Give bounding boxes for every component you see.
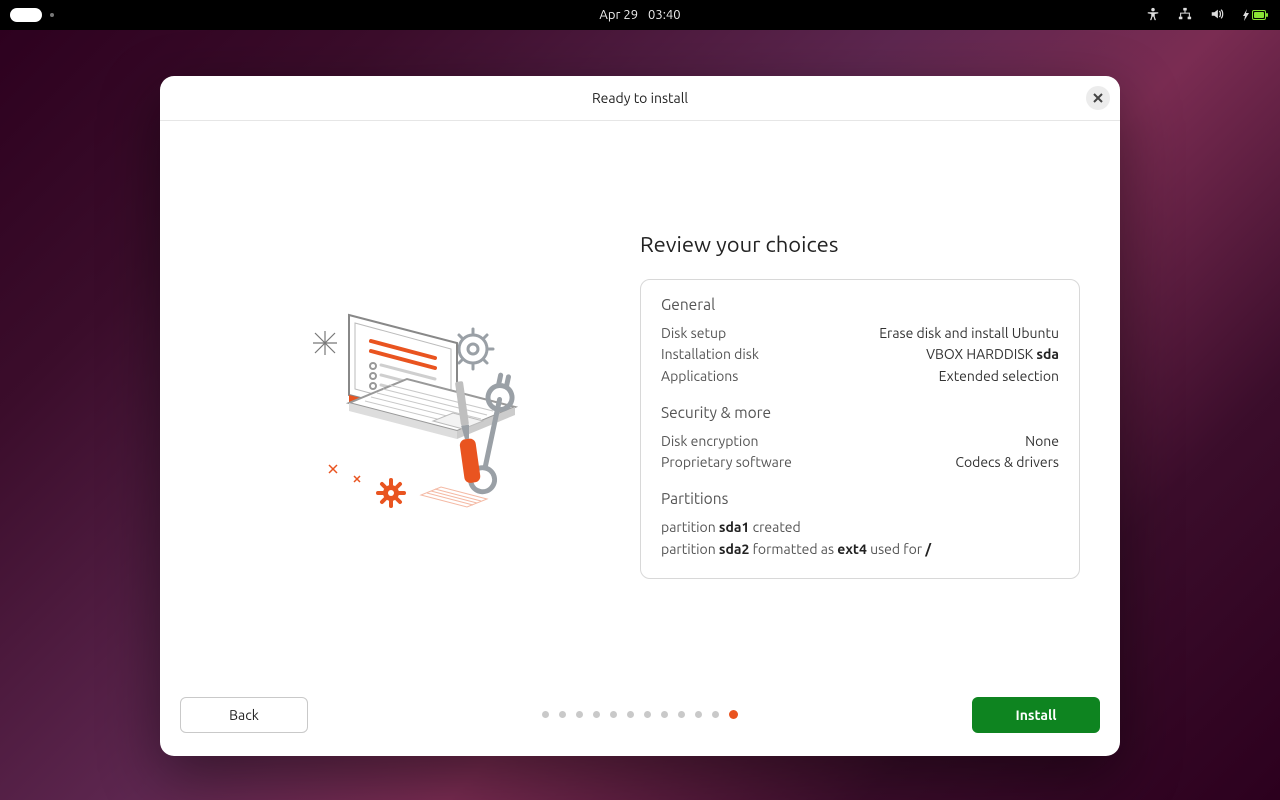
clock-time: 03:40 bbox=[648, 8, 681, 22]
row-install-disk: Installation disk VBOX HARDDISK sda bbox=[661, 344, 1059, 366]
step-dot-active bbox=[729, 710, 738, 719]
volume-icon[interactable] bbox=[1210, 7, 1224, 24]
clock[interactable]: Apr 29 03:40 bbox=[599, 8, 680, 22]
row-disk-setup: Disk setup Erase disk and install Ubuntu bbox=[661, 323, 1059, 345]
value-applications: Extended selection bbox=[939, 366, 1059, 388]
partition-line-1: partition sda1 created bbox=[661, 517, 1059, 539]
label-install-disk: Installation disk bbox=[661, 344, 759, 366]
review-summary-box: General Disk setup Erase disk and instal… bbox=[640, 279, 1080, 580]
partition-line-2: partition sda2 formatted as ext4 used fo… bbox=[661, 539, 1059, 561]
install-button[interactable]: Install bbox=[972, 697, 1100, 733]
network-icon[interactable] bbox=[1178, 7, 1192, 24]
section-general-title: General bbox=[661, 296, 1059, 313]
value-disk-setup: Erase disk and install Ubuntu bbox=[879, 323, 1059, 345]
value-encryption: None bbox=[1025, 431, 1059, 453]
row-encryption: Disk encryption None bbox=[661, 431, 1059, 453]
back-button[interactable]: Back bbox=[180, 697, 308, 733]
step-indicator bbox=[542, 711, 738, 719]
close-button[interactable] bbox=[1086, 86, 1110, 110]
clock-date: Apr 29 bbox=[599, 8, 638, 22]
label-proprietary: Proprietary software bbox=[661, 452, 792, 474]
activities-pill[interactable] bbox=[10, 8, 42, 22]
label-disk-setup: Disk setup bbox=[661, 323, 726, 345]
label-encryption: Disk encryption bbox=[661, 431, 759, 453]
page-heading: Review your choices bbox=[640, 232, 1090, 257]
window-titlebar: Ready to install bbox=[160, 76, 1120, 121]
accessibility-icon[interactable] bbox=[1146, 7, 1160, 24]
illustration-pane bbox=[190, 121, 640, 680]
system-top-bar: Apr 29 03:40 bbox=[0, 0, 1280, 30]
installer-window: Ready to install bbox=[160, 76, 1120, 756]
section-security-title: Security & more bbox=[661, 404, 1059, 421]
window-title: Ready to install bbox=[592, 90, 688, 106]
label-applications: Applications bbox=[661, 366, 738, 388]
value-proprietary: Codecs & drivers bbox=[955, 452, 1059, 474]
workspace-dot bbox=[50, 13, 54, 17]
value-install-disk: VBOX HARDDISK sda bbox=[926, 344, 1059, 366]
section-partitions-title: Partitions bbox=[661, 490, 1059, 507]
row-proprietary: Proprietary software Codecs & drivers bbox=[661, 452, 1059, 474]
close-icon bbox=[1093, 93, 1103, 103]
row-applications: Applications Extended selection bbox=[661, 366, 1059, 388]
laptop-illustration bbox=[285, 271, 545, 531]
battery-icon[interactable] bbox=[1242, 9, 1266, 21]
